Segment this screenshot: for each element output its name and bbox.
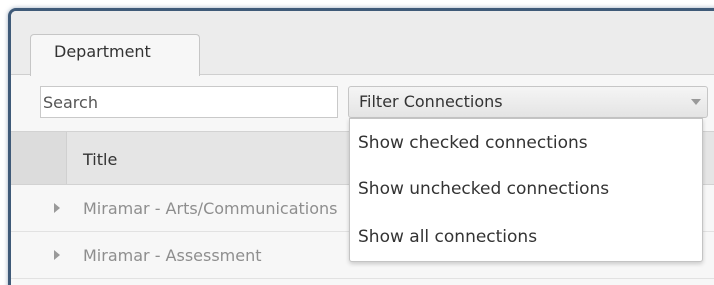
row-title: Miramar - Assessment [83,246,262,265]
expand-arrow-icon[interactable] [54,203,60,213]
tab-bar: Department [11,11,714,76]
header-gutter [11,132,67,184]
row-title: Miramar - Arts/Communications [83,199,338,218]
filter-selected-label: Filter Connections [359,92,503,111]
tab-department[interactable]: Department [30,34,200,76]
column-header-title[interactable]: Title [83,150,117,169]
menu-item-show-unchecked[interactable]: Show unchecked connections [358,179,609,199]
expand-arrow-icon[interactable] [54,250,60,260]
filter-dropdown-menu: Show checked connections Show unchecked … [349,118,703,262]
menu-item-show-all[interactable]: Show all connections [358,227,537,247]
chevron-down-icon [691,99,701,105]
menu-item-show-checked[interactable]: Show checked connections [358,133,588,153]
search-input[interactable] [40,86,338,118]
filter-connections-dropdown[interactable]: Filter Connections [348,86,708,118]
